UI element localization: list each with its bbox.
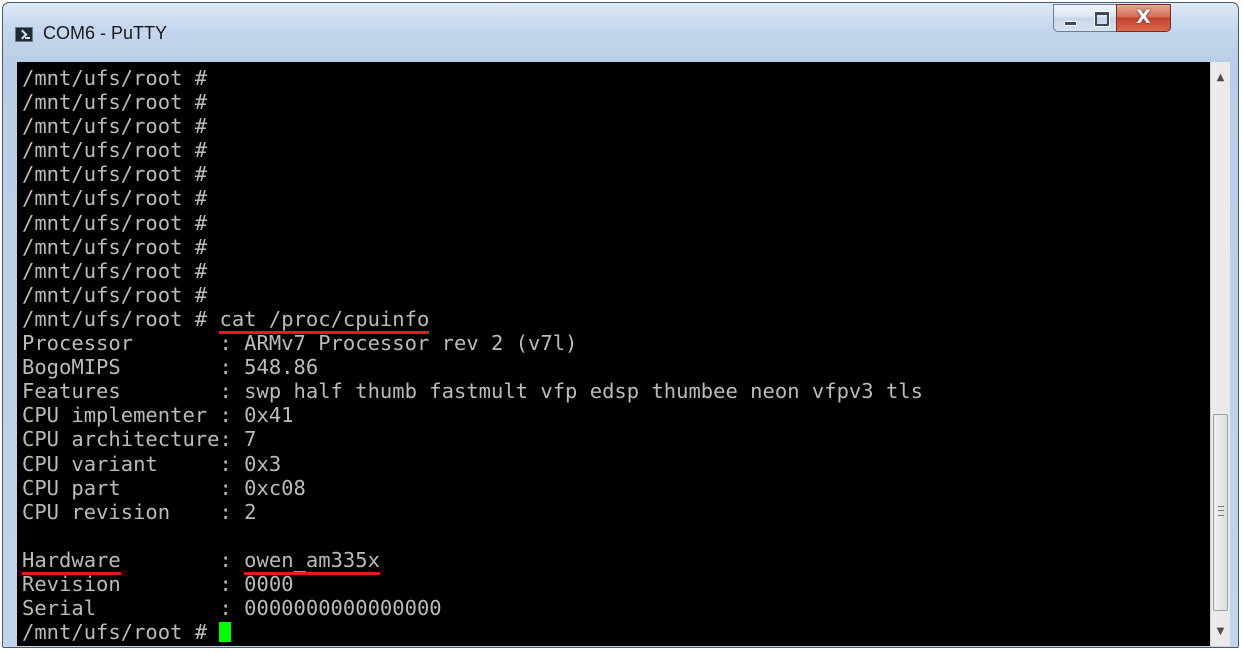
terminal-output: /mnt/ufs/root # /mnt/ufs/root # /mnt/ufs… xyxy=(22,66,923,644)
command-line: /mnt/ufs/root # cat /proc/cpuinfo xyxy=(22,306,923,334)
terminal-line: /mnt/ufs/root # xyxy=(22,210,208,235)
maximize-button[interactable] xyxy=(1085,4,1117,32)
terminal-line: /mnt/ufs/root # xyxy=(22,258,208,283)
hardware-label: Hardware xyxy=(22,547,121,575)
maximize-icon xyxy=(1094,11,1110,27)
cpuinfo-line: CPU part : 0xc08 xyxy=(22,475,306,500)
vertical-scrollbar[interactable]: ▲ ▼ xyxy=(1210,62,1230,646)
terminal-icon[interactable] xyxy=(15,27,33,42)
terminal-line: /mnt/ufs/root # xyxy=(22,234,208,259)
terminal-line: /mnt/ufs/root # xyxy=(22,186,208,211)
command-text: cat /proc/cpuinfo xyxy=(219,306,430,334)
cpuinfo-line: BogoMIPS : 548.86 xyxy=(22,355,319,380)
minimize-icon xyxy=(1064,21,1077,26)
terminal-line: /mnt/ufs/root # xyxy=(22,282,208,307)
terminal-line: /mnt/ufs/root # xyxy=(22,114,208,139)
cpuinfo-line: CPU architecture: 7 xyxy=(22,427,257,452)
terminal-line: /mnt/ufs/root # xyxy=(22,66,208,90)
command-prompt: /mnt/ufs/root # xyxy=(22,306,220,331)
scroll-thumb[interactable] xyxy=(1213,414,1228,611)
terminal-line: /mnt/ufs/root # xyxy=(22,90,208,115)
final-prompt: /mnt/ufs/root # xyxy=(22,620,220,645)
hardware-separator: : xyxy=(120,547,245,572)
putty-window: COM6 - PuTTY X /mnt/ufs/root # /mnt/ufs/… xyxy=(2,2,1239,648)
cpuinfo-line: Features : swp half thumb fastmult vfp e… xyxy=(22,379,923,404)
scroll-up-icon[interactable]: ▲ xyxy=(1211,68,1230,88)
cpuinfo-line: Serial : 0000000000000000 xyxy=(22,596,442,621)
terminal-screen[interactable]: /mnt/ufs/root # /mnt/ufs/root # /mnt/ufs… xyxy=(17,62,1210,646)
terminal-line: /mnt/ufs/root # xyxy=(22,138,208,163)
close-icon: X xyxy=(1136,6,1151,28)
minimize-button[interactable] xyxy=(1053,4,1086,32)
hardware-value: owen_am335x xyxy=(244,547,380,575)
cpuinfo-line: CPU variant : 0x3 xyxy=(22,451,282,476)
close-button[interactable]: X xyxy=(1116,4,1171,32)
terminal-line: /mnt/ufs/root # xyxy=(22,162,208,187)
title-bar[interactable]: COM6 - PuTTY X xyxy=(3,3,1238,59)
cpuinfo-line: CPU implementer : 0x41 xyxy=(22,403,294,428)
cpuinfo-line: Processor : ARMv7 Processor rev 2 (v7l) xyxy=(22,331,578,356)
scroll-down-icon[interactable]: ▼ xyxy=(1211,622,1230,642)
grip-icon xyxy=(1218,506,1224,516)
cpuinfo-line: CPU revision : 2 xyxy=(22,499,257,524)
cursor-icon xyxy=(219,622,232,643)
cpuinfo-line: Revision : 0000 xyxy=(22,571,294,596)
window-title: COM6 - PuTTY xyxy=(43,23,168,43)
final-prompt-line: /mnt/ufs/root # xyxy=(22,620,923,644)
hardware-line: Hardware : owen_am335x xyxy=(22,547,923,575)
